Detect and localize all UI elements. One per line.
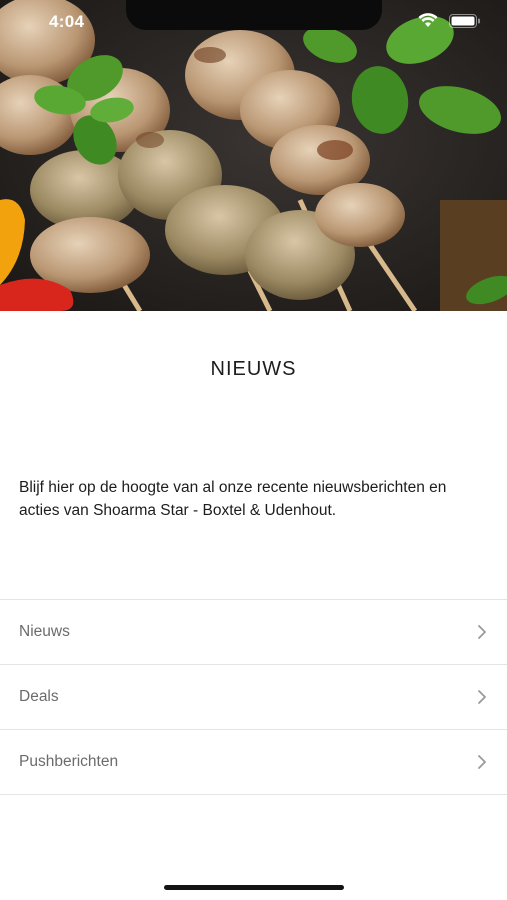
menu-item-nieuws[interactable]: Nieuws	[0, 599, 507, 664]
status-time: 4:04	[49, 12, 85, 31]
menu-item-label: Deals	[19, 688, 59, 705]
intro-text: Blijf hier op de hoogte van al onze rece…	[19, 479, 447, 519]
chevron-right-icon	[478, 625, 486, 639]
chevron-right-icon	[478, 755, 486, 769]
news-menu: Nieuws Deals Pushberichten	[0, 599, 507, 795]
wifi-icon	[418, 13, 438, 27]
menu-item-label: Nieuws	[19, 623, 70, 640]
menu-item-pushberichten[interactable]: Pushberichten	[0, 729, 507, 795]
menu-item-deals[interactable]: Deals	[0, 664, 507, 729]
hero-food-image	[0, 0, 507, 311]
battery-icon	[449, 14, 480, 28]
menu-item-label: Pushberichten	[19, 753, 119, 770]
status-bar: 4:04	[0, 0, 507, 46]
notch	[126, 0, 382, 30]
chevron-right-icon	[478, 690, 486, 704]
page-title: NIEUWS	[210, 358, 297, 380]
chicken-skewers-photo	[0, 0, 507, 311]
home-indicator[interactable]	[164, 885, 344, 890]
app-screen: 4:04 NIEUWS Blijf hier op de hoogte van …	[0, 0, 507, 900]
